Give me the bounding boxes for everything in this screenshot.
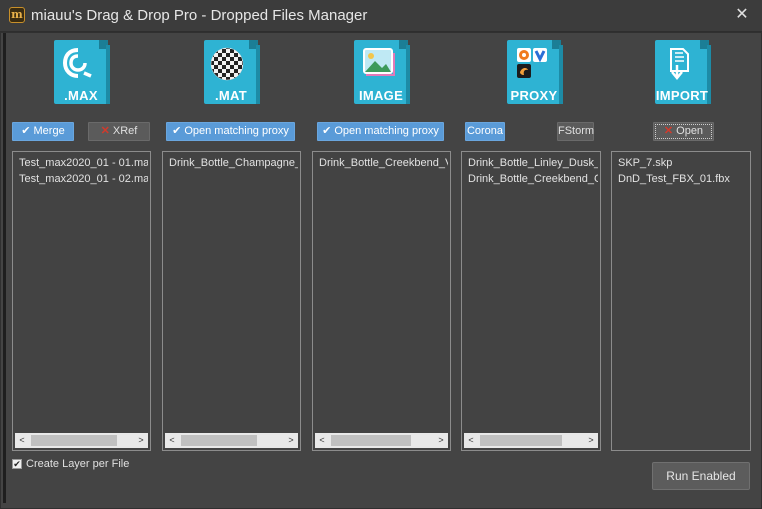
proxy-tile-label: PROXY [510, 88, 558, 103]
proxy-file-icon: PROXY [505, 40, 565, 106]
title-bar: m miauu's Drag & Drop Pro - Dropped File… [0, 0, 762, 32]
import-document-icon [670, 48, 689, 80]
max-files-list[interactable]: Test_max2020_01 - 01.max Test_max2020_01… [12, 151, 151, 451]
app-logo-icon: m [9, 7, 25, 23]
proxy-files-list[interactable]: Drink_Bottle_Linley_Dusk_Co Drink_Bottle… [461, 151, 601, 451]
create-layer-label: Create Layer per File [26, 458, 130, 470]
checkmark-icon: ✔ [21, 125, 31, 137]
scroll-thumb[interactable] [31, 435, 117, 446]
mat-open-matching-proxy-button[interactable]: ✔ Open matching proxy [166, 122, 295, 141]
run-enabled-button[interactable]: Run Enabled [652, 462, 750, 490]
fstorm-button[interactable]: FStorm [557, 122, 594, 141]
mat-file-icon: .MAT [202, 40, 262, 106]
picture-icon [363, 48, 395, 76]
create-layer-option[interactable]: ✔ Create Layer per File [12, 457, 129, 471]
horizontal-scrollbar[interactable]: < > [165, 433, 298, 448]
image-files-list[interactable]: Drink_Bottle_Creekbend_VR < > [312, 151, 451, 451]
checkmark-icon: ✔ [172, 125, 182, 137]
xref-button[interactable]: ✕ XRef [88, 122, 150, 141]
create-layer-checkbox[interactable]: ✔ [12, 459, 22, 469]
import-tile-label: IMPORT [655, 88, 709, 103]
left-edge-bar [3, 33, 6, 503]
scroll-thumb[interactable] [331, 435, 411, 446]
scroll-left-icon[interactable]: < [464, 433, 478, 448]
list-item[interactable]: SKP_7.skp [618, 155, 748, 171]
list-item[interactable]: Drink_Bottle_Creekbend_Co [468, 171, 598, 187]
window-title: miauu's Drag & Drop Pro - Dropped Files … [31, 7, 368, 24]
mat-files-list[interactable]: Drink_Bottle_Champagne_VR < > [162, 151, 301, 451]
scroll-right-icon[interactable]: > [284, 433, 298, 448]
checkmark-icon: ✔ [322, 125, 332, 137]
material-sphere-icon [210, 47, 244, 81]
scroll-left-icon[interactable]: < [315, 433, 329, 448]
scroll-right-icon[interactable]: > [434, 433, 448, 448]
scroll-thumb[interactable] [480, 435, 562, 446]
max-file-icon: .MAX [52, 40, 112, 106]
red-x-icon: ✕ [100, 125, 110, 137]
corona-button[interactable]: Corona [465, 122, 505, 141]
list-item[interactable]: Drink_Bottle_Creekbend_VR [319, 155, 448, 171]
list-item[interactable]: DnD_Test_FBX_01.fbx [618, 171, 748, 187]
list-item[interactable]: Test_max2020_01 - 02.max [19, 171, 148, 187]
mat-tile-label: .MAT [214, 88, 247, 103]
close-icon[interactable]: ✕ [730, 4, 754, 28]
image-file-icon: IMAGE [352, 40, 412, 106]
scroll-left-icon[interactable]: < [165, 433, 179, 448]
max-logo-icon [62, 48, 92, 78]
horizontal-scrollbar[interactable]: < > [464, 433, 598, 448]
scroll-thumb[interactable] [181, 435, 257, 446]
image-tile-label: IMAGE [358, 88, 404, 103]
red-x-icon: ✕ [663, 125, 674, 137]
list-item[interactable]: Test_max2020_01 - 01.max [19, 155, 148, 171]
import-files-list[interactable]: SKP_7.skp DnD_Test_FBX_01.fbx [611, 151, 751, 451]
import-open-button[interactable]: ✕ Open [653, 122, 714, 141]
horizontal-scrollbar[interactable]: < > [315, 433, 448, 448]
renderer-logos-icon [517, 48, 547, 78]
merge-button[interactable]: ✔ Merge [12, 122, 74, 141]
scroll-right-icon[interactable]: > [584, 433, 598, 448]
max-tile-label: .MAX [64, 88, 98, 103]
scroll-left-icon[interactable]: < [15, 433, 29, 448]
scroll-right-icon[interactable]: > [134, 433, 148, 448]
image-open-matching-proxy-button[interactable]: ✔ Open matching proxy [317, 122, 444, 141]
import-file-icon: IMPORT [653, 40, 713, 106]
horizontal-scrollbar[interactable]: < > [15, 433, 148, 448]
list-item[interactable]: Drink_Bottle_Champagne_VR [169, 155, 298, 171]
list-item[interactable]: Drink_Bottle_Linley_Dusk_Co [468, 155, 598, 171]
